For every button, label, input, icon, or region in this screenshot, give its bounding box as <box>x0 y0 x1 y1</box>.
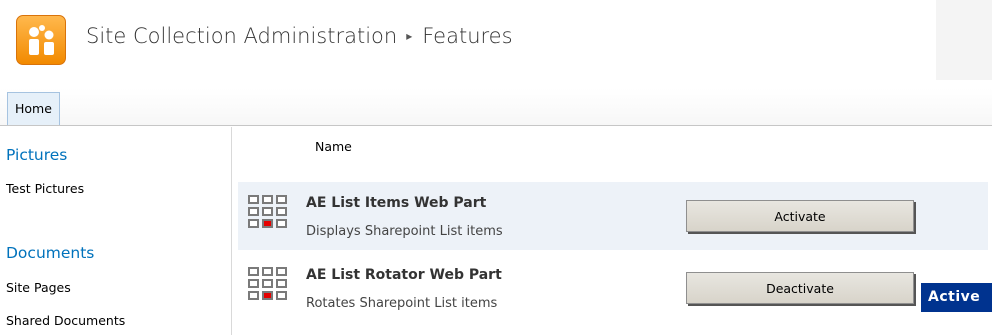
feature-description: Rotates Sharepoint List items <box>306 296 498 311</box>
people-icon <box>29 25 54 55</box>
nav-heading-pictures[interactable]: Pictures <box>6 146 67 164</box>
ribbon-tab-row: Home <box>0 88 992 126</box>
quick-launch-nav: Pictures Test Pictures Documents Site Pa… <box>0 127 232 335</box>
nav-heading-documents[interactable]: Documents <box>6 244 94 262</box>
feature-description: Displays Sharepoint List items <box>306 224 503 239</box>
site-logo-icon[interactable] <box>16 15 66 65</box>
breadcrumb-separator-icon: ▸ <box>406 29 413 43</box>
page-header: Site Collection Administration ▸ Features <box>0 0 992 80</box>
feature-row: AE List Items Web Part Displays Sharepoi… <box>238 182 988 250</box>
breadcrumb-parent[interactable]: Site Collection Administration <box>86 24 397 48</box>
status-badge: Active <box>921 283 992 312</box>
deactivate-button[interactable]: Deactivate <box>686 272 914 304</box>
nav-item-test-pictures[interactable]: Test Pictures <box>6 181 84 196</box>
breadcrumb: Site Collection Administration ▸ Features <box>86 24 513 48</box>
nav-item-site-pages[interactable]: Site Pages <box>6 280 71 295</box>
tab-home[interactable]: Home <box>7 92 60 125</box>
feature-icon <box>248 267 290 307</box>
nav-item-shared-documents[interactable]: Shared Documents <box>6 313 125 328</box>
column-header-name: Name <box>315 139 352 154</box>
features-list: Name AE List Items Web Part Displays Sha… <box>233 127 992 335</box>
feature-row: AE List Rotator Web Part Rotates Sharepo… <box>238 254 988 322</box>
feature-title: AE List Rotator Web Part <box>306 267 502 283</box>
feature-icon <box>248 195 290 235</box>
feature-title: AE List Items Web Part <box>306 195 487 211</box>
activate-button[interactable]: Activate <box>686 200 914 232</box>
header-right-panel <box>936 0 992 80</box>
page-title: Features <box>422 24 513 48</box>
